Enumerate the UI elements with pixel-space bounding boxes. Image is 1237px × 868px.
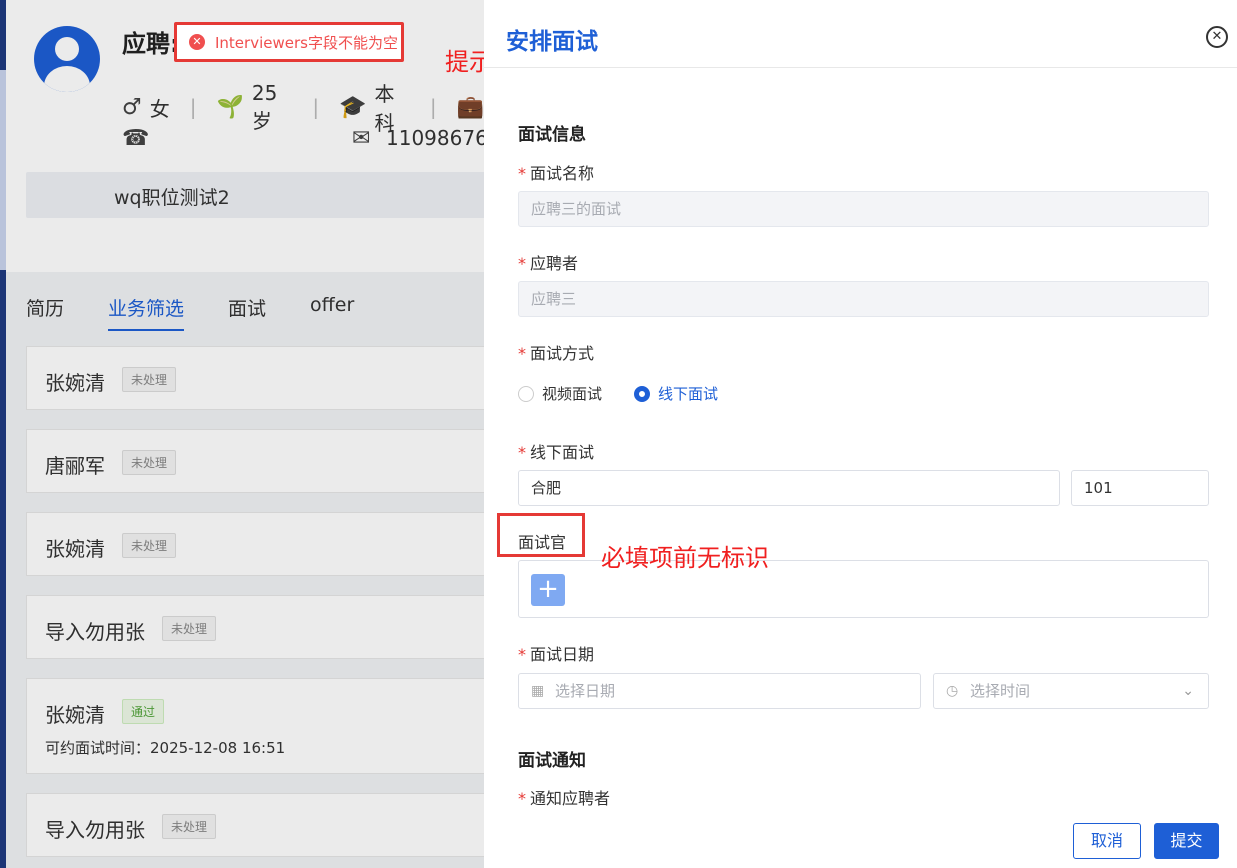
field-label-applicant: * 应聘者 — [518, 254, 579, 273]
interview-method-radio-group: 视频面试 线下面试 — [518, 383, 750, 404]
clock-icon: ◷ — [946, 683, 959, 699]
radio-circle[interactable] — [518, 385, 534, 402]
interview-name-input[interactable]: 应聘三的面试 — [518, 191, 1209, 227]
field-label-offline: * 线下面试 — [518, 443, 595, 462]
required-mark: * — [518, 443, 526, 462]
radio-offline-interview[interactable]: 线下面试 — [634, 383, 718, 404]
calendar-icon: ▦ — [531, 683, 545, 699]
radio-circle-checked[interactable] — [634, 385, 651, 402]
radio-video-interview[interactable]: 视频面试 — [518, 383, 602, 404]
drawer-title: 安排面试 — [506, 29, 598, 55]
date-placeholder: 选择日期 — [555, 682, 616, 700]
chevron-down-icon: ⌄ — [1182, 683, 1194, 699]
date-picker[interactable]: ▦ 选择日期 — [518, 673, 921, 709]
required-mark: * — [518, 789, 526, 808]
required-mark: * — [518, 344, 526, 363]
offline-room-input[interactable]: 101 — [1071, 470, 1209, 506]
field-label-notify: * 通知应聘者 — [518, 789, 611, 808]
field-label-interview-name: * 面试名称 — [518, 164, 595, 183]
required-mark: * — [518, 164, 526, 183]
annotation-required-note: 必填项前无标识 — [601, 544, 769, 572]
field-label-method: * 面试方式 — [518, 344, 595, 363]
required-mark: * — [518, 254, 526, 273]
cancel-button[interactable]: 取消 — [1073, 823, 1141, 859]
modal-overlay[interactable] — [0, 0, 484, 868]
required-mark: * — [518, 645, 526, 664]
applicant-input[interactable]: 应聘三 — [518, 281, 1209, 317]
add-interviewer-button[interactable]: + — [531, 574, 565, 606]
annotation-highlight-box — [497, 513, 585, 557]
section-title-info: 面试信息 — [518, 125, 586, 145]
offline-city-input[interactable]: 合肥 — [518, 470, 1060, 506]
drawer-header: 安排面试 ✕ — [484, 0, 1237, 68]
submit-button[interactable]: 提交 — [1154, 823, 1219, 859]
schedule-interview-drawer: 安排面试 ✕ 面试信息 * 面试名称 应聘三的面试 * 应聘者 应聘三 * 面试方式 … — [484, 0, 1237, 868]
error-message: Interviewers字段不能为空 — [215, 33, 398, 52]
field-label-date: * 面试日期 — [518, 645, 595, 664]
error-toast: ✕ Interviewers字段不能为空 — [174, 22, 404, 62]
error-icon: ✕ — [189, 34, 205, 50]
time-placeholder: 选择时间 — [970, 682, 1031, 700]
section-title-notice: 面试通知 — [518, 751, 586, 771]
time-picker[interactable]: ◷ 选择时间 ⌄ — [933, 673, 1209, 709]
close-icon[interactable]: ✕ — [1206, 26, 1228, 48]
